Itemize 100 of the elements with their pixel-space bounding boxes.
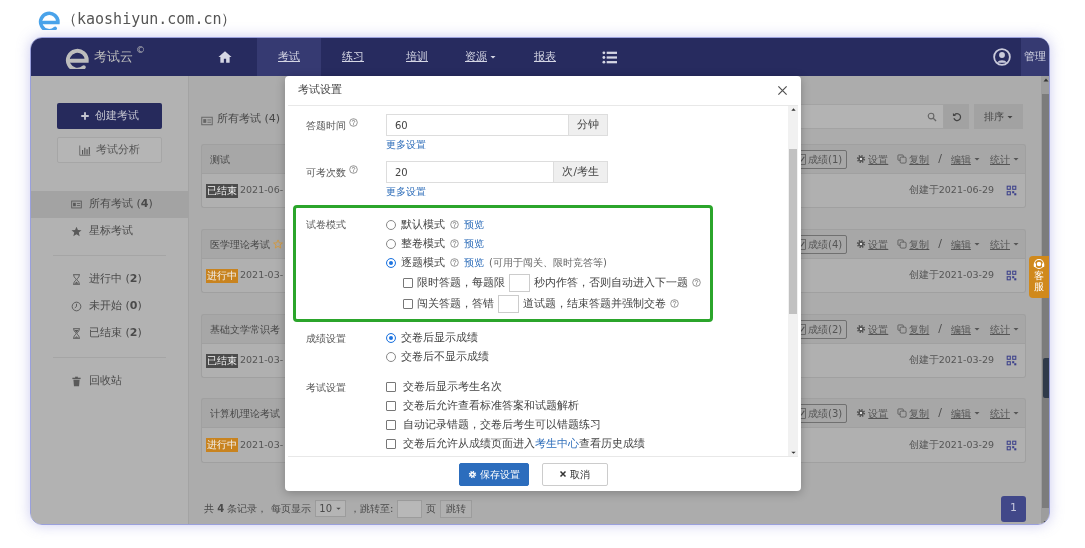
- caret-icon: [335, 505, 343, 512]
- create-exam-button[interactable]: 创建考试: [57, 103, 162, 129]
- radio-button[interactable]: [386, 257, 396, 268]
- radio-button[interactable]: [386, 219, 396, 230]
- help-icon[interactable]: [450, 220, 459, 229]
- help-icon[interactable]: [450, 239, 459, 248]
- input-field[interactable]: 20: [386, 161, 554, 183]
- trash-icon: [71, 376, 82, 387]
- settings-link[interactable]: 设置: [856, 405, 889, 421]
- copy-link[interactable]: 复制: [897, 151, 930, 167]
- input-field[interactable]: 60: [386, 114, 568, 136]
- status-badge: 已结束: [206, 353, 238, 368]
- edit-dropdown[interactable]: 编辑: [951, 151, 981, 167]
- sidebar-item[interactable]: 未开始 (0): [31, 293, 188, 320]
- refresh-button[interactable]: [944, 104, 969, 129]
- checkbox[interactable]: [386, 381, 396, 392]
- up-arrow-icon: [789, 106, 797, 113]
- preview-link[interactable]: 预览: [464, 255, 484, 270]
- sidebar-item[interactable]: 星标考试: [31, 218, 188, 245]
- save-button[interactable]: 保存设置: [458, 462, 529, 486]
- checkbox[interactable]: [386, 419, 396, 430]
- stats-dropdown[interactable]: 统计: [990, 151, 1020, 167]
- option-label: 交卷后显示考生名次: [403, 378, 502, 394]
- nav-item[interactable]: 考试: [257, 38, 321, 76]
- created-date: 创建于2021-03-29: [908, 353, 994, 368]
- cancel-button[interactable]: 取消: [541, 462, 608, 486]
- caret-icon: [1012, 409, 1020, 417]
- exam-title: 基础文学常识考: [210, 322, 280, 337]
- search-field[interactable]: [801, 104, 944, 129]
- page-button[interactable]: 1: [1001, 495, 1026, 522]
- status-badge: 进行中: [206, 438, 238, 452]
- caret-icon: [973, 240, 981, 248]
- close-icon: [559, 470, 567, 478]
- qr-code-icon[interactable]: [1006, 270, 1017, 281]
- exam-title: 医学理论考试: [210, 237, 270, 252]
- exam-date: 2021-03-: [240, 268, 284, 283]
- qr-code-icon[interactable]: [1006, 439, 1017, 451]
- page-input[interactable]: [397, 499, 423, 518]
- help-icon[interactable]: [670, 299, 679, 308]
- modal-title: 考试设置: [298, 82, 342, 99]
- qr-code-icon[interactable]: [1006, 355, 1017, 366]
- copy-link[interactable]: 复制: [897, 236, 930, 252]
- edit-dropdown[interactable]: 编辑: [951, 236, 981, 252]
- edit-dropdown[interactable]: 编辑: [951, 321, 981, 337]
- copy-link[interactable]: 复制: [897, 321, 930, 337]
- checkbox[interactable]: [386, 438, 396, 449]
- copy-icon: [897, 324, 908, 334]
- nav-item[interactable]: 培训: [385, 38, 449, 76]
- list-title: 所有考试 (4): [217, 110, 281, 127]
- exam-analysis-button[interactable]: 考试分析: [57, 137, 162, 163]
- up-arrow-icon: [1042, 76, 1049, 84]
- support-tab[interactable]: 客服: [1029, 256, 1049, 298]
- qr-code-icon[interactable]: [1006, 185, 1017, 196]
- exam-date: 2021-03-: [240, 437, 284, 452]
- checkbox[interactable]: [403, 298, 413, 309]
- nav-item[interactable]: 报表: [513, 38, 577, 76]
- stats-dropdown[interactable]: 统计: [990, 405, 1020, 421]
- radio-button[interactable]: [386, 238, 396, 249]
- caret-icon: [973, 155, 981, 163]
- sidebar-item[interactable]: 回收站: [31, 368, 188, 395]
- search-icon: [927, 111, 937, 122]
- student-center-link[interactable]: 考生中心: [535, 436, 579, 449]
- sidebar-item[interactable]: 所有考试 (4): [31, 191, 188, 218]
- more-settings-link[interactable]: 更多设置: [386, 184, 426, 199]
- settings-link[interactable]: 设置: [856, 321, 889, 337]
- more-settings-link[interactable]: 更多设置: [386, 137, 426, 152]
- per-page-select[interactable]: 10: [315, 500, 347, 517]
- nav-item[interactable]: 资源: [449, 38, 513, 76]
- close-icon[interactable]: [777, 85, 788, 96]
- field-label: 成绩设置: [306, 332, 346, 346]
- help-icon[interactable]: [450, 258, 459, 267]
- copy-link[interactable]: 复制: [897, 405, 930, 421]
- number-input-field[interactable]: [498, 294, 519, 313]
- stats-dropdown[interactable]: 统计: [990, 321, 1020, 337]
- option-label: 限时答题，每题限: [417, 274, 505, 290]
- number-input-field[interactable]: [509, 273, 530, 292]
- radio-button[interactable]: [386, 332, 396, 343]
- settings-link[interactable]: 设置: [856, 151, 889, 167]
- edit-dropdown[interactable]: 编辑: [951, 405, 981, 421]
- meter-widget: [1043, 358, 1049, 398]
- checkbox[interactable]: [386, 400, 396, 411]
- user-menu[interactable]: 管理: [1021, 38, 1049, 76]
- star-icon[interactable]: [273, 239, 283, 249]
- sort-button[interactable]: 排序: [974, 104, 1023, 129]
- settings-link[interactable]: 设置: [856, 236, 889, 252]
- preview-link[interactable]: 预览: [464, 236, 484, 251]
- gear-icon: [467, 469, 477, 479]
- nav-item[interactable]: 练习: [321, 38, 385, 76]
- sidebar-item[interactable]: 进行中 (2): [31, 266, 188, 293]
- stats-dropdown[interactable]: 统计: [990, 236, 1020, 252]
- card-icon: [71, 199, 82, 210]
- radio-button[interactable]: [386, 351, 396, 362]
- refresh-icon: [951, 111, 962, 122]
- user-avatar-icon[interactable]: [993, 48, 1011, 66]
- preview-link[interactable]: 预览: [464, 217, 484, 232]
- help-icon[interactable]: [692, 278, 701, 287]
- jump-button[interactable]: 跳转: [440, 499, 473, 518]
- checkbox[interactable]: [403, 277, 413, 288]
- exam-date: 2021-03-: [240, 353, 284, 368]
- sidebar-item[interactable]: 已结束 (2): [31, 320, 188, 347]
